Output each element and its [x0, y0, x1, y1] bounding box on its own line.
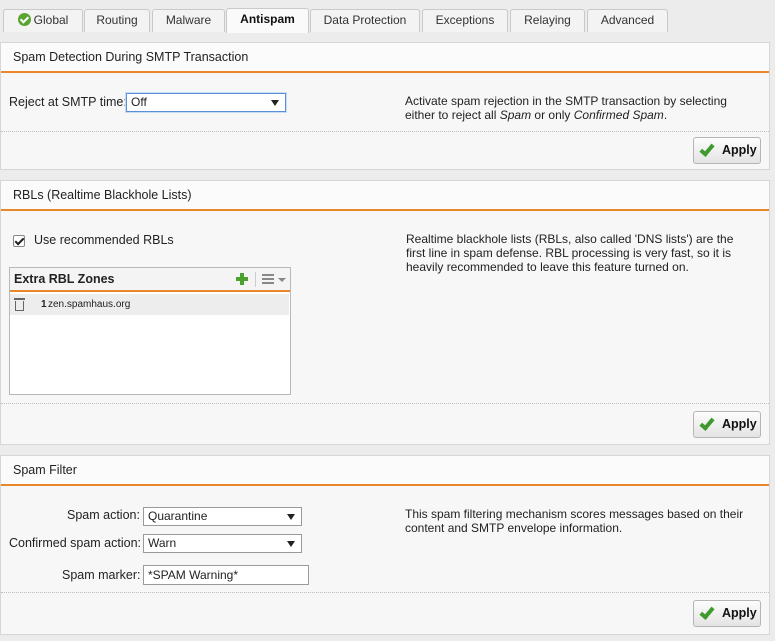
list-header: Extra RBL Zones: [10, 268, 290, 292]
select-value: Quarantine: [148, 509, 208, 523]
tab-label: Antispam: [240, 12, 295, 26]
spam-filter-description: This spam filtering mechanism scores mes…: [405, 507, 744, 535]
list-item[interactable]: 1 zen.spamhaus.org: [10, 294, 289, 315]
zone-value: zen.spamhaus.org: [48, 299, 131, 310]
trash-icon[interactable]: [14, 298, 25, 311]
use-recommended-rbls-label: Use recommended RBLs: [34, 233, 174, 247]
confirmed-spam-action-label: Confirmed spam action:: [9, 536, 142, 550]
desc-text: or only: [531, 108, 574, 122]
list-icon[interactable]: [262, 274, 274, 284]
apply-button[interactable]: Apply: [693, 411, 761, 438]
tab-data-protection[interactable]: Data Protection: [310, 9, 420, 32]
extra-rbl-zones-list: Extra RBL Zones 1 zen.spamhaus.org: [9, 267, 291, 395]
tab-label: Routing: [96, 13, 138, 27]
rbl-panel: RBLs (Realtime Blackhole Lists) Use reco…: [0, 180, 770, 445]
panel-title: Spam Filter: [1, 456, 769, 486]
spam-action-label: Spam action:: [67, 508, 140, 522]
tab-label: Data Protection: [323, 13, 407, 27]
dropdown-arrow-icon: [287, 514, 295, 520]
divider: [1, 403, 769, 404]
apply-label: Apply: [722, 143, 757, 157]
apply-button[interactable]: Apply: [693, 600, 761, 627]
tab-label: Exceptions: [435, 13, 495, 27]
tab-routing[interactable]: Routing: [84, 9, 150, 32]
smtp-description: Activate spam rejection in the SMTP tran…: [405, 94, 745, 122]
use-recommended-rbls-checkbox[interactable]: [13, 235, 25, 247]
tab-label: Relaying: [524, 13, 571, 27]
tab-antispam[interactable]: Antispam: [226, 8, 309, 33]
reject-smtp-select[interactable]: Off: [126, 93, 286, 112]
spam-filter-panel: Spam Filter Spam action: Quarantine Conf…: [0, 455, 770, 635]
divider: [1, 131, 769, 132]
row-number: 1: [41, 299, 47, 310]
apply-button[interactable]: Apply: [693, 137, 761, 164]
smtp-rejection-panel: Spam Detection During SMTP Transaction R…: [0, 42, 770, 170]
panel-title: Spam Detection During SMTP Transaction: [1, 43, 769, 73]
desc-confirmed-spam: Confirmed Spam: [573, 108, 664, 122]
check-icon: [699, 141, 715, 157]
divider: [1, 592, 769, 593]
tab-global[interactable]: Global: [3, 9, 83, 32]
apply-label: Apply: [722, 606, 757, 620]
add-icon[interactable]: [236, 273, 248, 285]
spam-marker-input[interactable]: *SPAM Warning*: [143, 565, 309, 585]
divider: [255, 272, 256, 287]
tab-bar: Global Routing Malware Antispam Data Pro…: [0, 0, 775, 33]
reject-smtp-label: Reject at SMTP time:: [9, 95, 127, 109]
dropdown-arrow-icon: [287, 541, 295, 547]
apply-label: Apply: [722, 417, 757, 431]
chevron-down-icon[interactable]: [278, 278, 286, 282]
desc-spam: Spam: [499, 108, 532, 122]
list-title: Extra RBL Zones: [14, 272, 115, 286]
tab-malware[interactable]: Malware: [152, 9, 225, 32]
spam-marker-label: Spam marker:: [62, 568, 141, 582]
confirmed-spam-action-select[interactable]: Warn: [143, 534, 302, 553]
tab-label: Global: [33, 13, 69, 27]
desc-text: .: [663, 108, 668, 122]
tab-label: Advanced: [600, 13, 655, 27]
select-value: Warn: [148, 536, 177, 550]
check-icon: [699, 415, 715, 431]
check-circle-icon: [17, 13, 31, 26]
dropdown-arrow-icon: [271, 100, 279, 106]
select-value: Off: [131, 95, 147, 109]
tab-advanced[interactable]: Advanced: [587, 9, 668, 32]
check-icon: [699, 604, 715, 620]
tab-relaying[interactable]: Relaying: [510, 9, 585, 32]
tab-label: Malware: [165, 13, 212, 27]
panel-title: RBLs (Realtime Blackhole Lists): [1, 181, 769, 211]
spam-action-select[interactable]: Quarantine: [143, 507, 302, 526]
tab-exceptions[interactable]: Exceptions: [422, 9, 508, 32]
rbl-description: Realtime blackhole lists (RBLs, also cal…: [406, 232, 734, 274]
